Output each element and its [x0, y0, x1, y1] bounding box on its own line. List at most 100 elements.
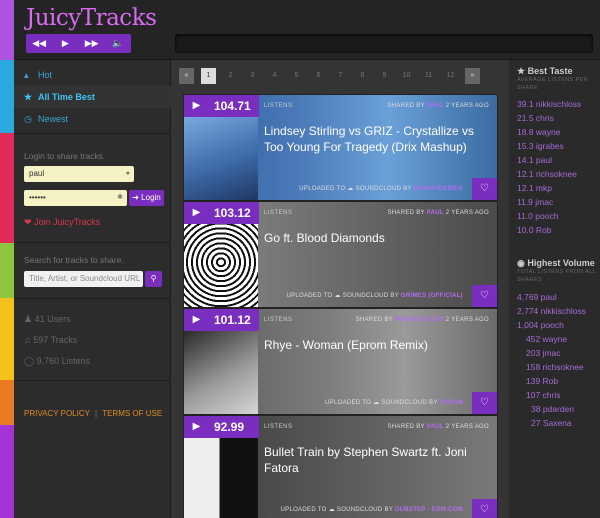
sharer-link[interactable]: PAUL [427, 103, 444, 109]
join-link[interactable]: ❤ Join JuicyTracks [24, 217, 100, 228]
uploader-link[interactable]: DUBSTEP - EDM.COM [395, 507, 463, 513]
like-button[interactable]: ♡ [472, 392, 497, 414]
best-taste-entry[interactable]: 11.0 pooch [517, 210, 558, 223]
best-taste-entry[interactable]: 12.1 mkp [517, 182, 552, 195]
album-art[interactable] [184, 331, 258, 414]
track-title[interactable]: Rhye - Woman (Eprom Remix) [264, 337, 496, 353]
track-title[interactable]: Lindsey Stirling vs GRIZ - Crystallize v… [264, 123, 496, 155]
uploader-link[interactable]: GRIMES (OFFICIAL) [401, 293, 463, 299]
best-taste-entry[interactable]: 18.8 wayne [517, 126, 560, 139]
highest-volume-entry[interactable]: 4,769 paul [517, 291, 557, 304]
listens-label: LISTENS [264, 210, 293, 216]
highest-volume-entry[interactable]: 203 jmac [526, 347, 561, 360]
username-field[interactable]: paul ● [24, 166, 134, 182]
album-art[interactable] [184, 117, 258, 200]
player-controls: ◀◀ ▶ ▶▶ 🔈 [26, 34, 131, 53]
like-button[interactable]: ♡ [472, 499, 497, 518]
footer-separator: | [95, 409, 98, 418]
login-icon: ➜ [132, 193, 139, 202]
play-track-button[interactable]: ▶ [184, 416, 209, 438]
page-8[interactable]: 8 [355, 68, 370, 84]
album-art[interactable] [184, 438, 258, 518]
listen-score: 101.12 [209, 309, 259, 331]
page-1[interactable]: 1 [201, 68, 216, 84]
stat-tracks-label: 597 Tracks [33, 335, 78, 345]
highest-volume-entry[interactable]: 139 Rob [526, 375, 558, 388]
privacy-policy-link[interactable]: PRIVACY POLICY [24, 409, 90, 418]
play-track-button[interactable]: ▶ [184, 309, 209, 331]
page-4[interactable]: 4 [267, 68, 282, 84]
page-7[interactable]: 7 [333, 68, 348, 84]
best-taste-entry[interactable]: 11.9 jmac [517, 196, 553, 209]
next-page-button[interactable]: » [465, 68, 480, 84]
highest-volume-entry[interactable]: 38 pdarden [531, 403, 574, 416]
track-title[interactable]: Go ft. Blood Diamonds [264, 230, 496, 246]
soundcloud-icon: ☁ [373, 400, 380, 406]
divider [14, 380, 171, 381]
highest-volume-entry[interactable]: 1,004 pooch [517, 319, 564, 332]
nav-hot[interactable]: ▴ Hot [14, 64, 171, 86]
uploaded-to: UPLOADED TO ☁ SOUNDCLOUD BY BONAFIDEDRIX [299, 185, 463, 192]
color-stripe-bar [0, 0, 14, 518]
page-5[interactable]: 5 [289, 68, 304, 84]
shared-by: SHARED BY PAUL 2 YEARS AGO [387, 103, 489, 109]
highest-volume-entry[interactable]: 452 wayne [526, 333, 567, 346]
login-button[interactable]: ➜ Login [129, 190, 164, 206]
shared-by: SHARED BY PAUL 2 YEARS AGO [387, 424, 489, 430]
like-button[interactable]: ♡ [472, 285, 497, 307]
best-taste-entry[interactable]: 39.1 nikkischloss [517, 98, 581, 111]
app-logo[interactable]: JuicyTracks [26, 5, 157, 31]
page-12[interactable]: 12 [443, 68, 458, 84]
shared-time: 2 YEARS AGO [445, 317, 489, 323]
play-button[interactable]: ▶ [52, 34, 78, 53]
terms-of-use-link[interactable]: TERMS OF USE [102, 409, 162, 418]
best-taste-entry[interactable]: 10.0 Rob [517, 224, 552, 237]
page-2[interactable]: 2 [223, 68, 238, 84]
sharer-link[interactable]: NIKKISCHLOSS [395, 317, 444, 323]
search-button[interactable]: ⚲ [145, 271, 162, 287]
page-3[interactable]: 3 [245, 68, 260, 84]
album-art[interactable] [184, 224, 258, 307]
page-11[interactable]: 11 [421, 68, 436, 84]
nav-all-time-best[interactable]: ★ All Time Best [14, 86, 171, 108]
uploader-link[interactable]: EPROM [439, 400, 463, 406]
music-note-icon: ♫ [24, 335, 31, 345]
highest-volume-entry[interactable]: 27 Saxena [531, 417, 572, 430]
rewind-button[interactable]: ◀◀ [26, 34, 52, 53]
highest-volume-entry[interactable]: 158 richsoknee [526, 361, 584, 374]
uploaded-site: SOUNDCLOUD [342, 293, 389, 299]
best-taste-entry[interactable]: 15.3 igrabes [517, 140, 564, 153]
page-9[interactable]: 9 [377, 68, 392, 84]
heart-icon: ♡ [480, 397, 489, 408]
playback-progress-bar[interactable] [175, 34, 593, 53]
best-taste-entry[interactable]: 14.1 paul [517, 154, 552, 167]
uploader-link[interactable]: BONAFIDEDRIX [414, 186, 463, 192]
uploaded-prefix: UPLOADED TO [280, 507, 327, 513]
pagination: « 1 2 3 4 5 6 7 8 9 10 11 12 » [179, 68, 487, 84]
prev-page-button[interactable]: « [179, 68, 194, 84]
volume-button[interactable]: 🔈 [105, 34, 131, 53]
best-taste-entry[interactable]: 21.5 chris [517, 112, 554, 125]
highest-volume-entry[interactable]: 2,774 nikkischloss [517, 305, 586, 318]
divider [14, 133, 171, 134]
sharer-link[interactable]: PAUL [427, 424, 444, 430]
track-title[interactable]: Bullet Train by Stephen Swartz ft. Joni … [264, 444, 496, 476]
fast-forward-button[interactable]: ▶▶ [79, 34, 105, 53]
nav-newest[interactable]: ◷ Newest [14, 108, 171, 130]
page-10[interactable]: 10 [399, 68, 414, 84]
page-6[interactable]: 6 [311, 68, 326, 84]
highest-volume-entry[interactable]: 107 chris [526, 389, 561, 402]
password-field[interactable]: •••••• ✱ [24, 190, 127, 206]
headphones-icon: ◯ [24, 356, 35, 366]
play-track-button[interactable]: ▶ [184, 202, 209, 224]
like-button[interactable]: ♡ [472, 178, 497, 200]
sharer-link[interactable]: PAUL [427, 210, 444, 216]
shared-time: 2 YEARS AGO [445, 210, 489, 216]
uploaded-to: UPLOADED TO ☁ SOUNDCLOUD BY EPROM [325, 399, 463, 406]
stat-listens: ◯ 9,760 Listens [24, 356, 90, 367]
play-track-button[interactable]: ▶ [184, 95, 209, 117]
listens-label: LISTENS [264, 424, 293, 430]
heart-icon: ♡ [480, 290, 489, 301]
search-input[interactable]: Title, Artist, or Soundcloud URL [24, 271, 143, 287]
best-taste-entry[interactable]: 12.1 richsoknee [517, 168, 577, 181]
